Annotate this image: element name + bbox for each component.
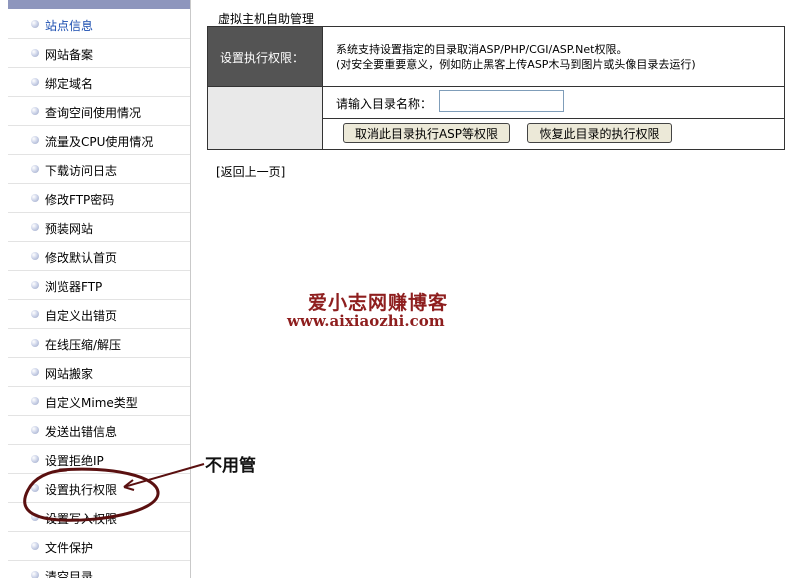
directory-input-label: 请输入目录名称： — [336, 97, 433, 111]
sidebar-item-label: 网站备案 — [45, 48, 94, 62]
sidebar-item[interactable]: 设置执行权限 — [8, 474, 190, 503]
bullet-icon — [31, 49, 39, 57]
sidebar-item[interactable]: 浏览器FTP — [8, 271, 190, 300]
sidebar-item-label: 设置写入权限 — [45, 512, 118, 526]
sidebar: 站点信息网站备案绑定域名查询空间使用情况 流量及CPU使用情况 下载访问日志 修改FT… — [0, 0, 191, 578]
page-title: 虚拟主机自助管理 — [218, 12, 315, 26]
sidebar-item-label: 预装网站 — [45, 222, 94, 236]
sidebar-item-label: 设置执行权限 — [45, 483, 118, 497]
sidebar-item[interactable]: 清空目录 — [8, 561, 190, 578]
sidebar-item[interactable]: 下载访问日志 — [8, 155, 190, 184]
sidebar-item-label: 查询空间使用情况 — [45, 106, 142, 120]
directory-input-row: 请输入目录名称： — [323, 87, 784, 119]
sidebar-item[interactable]: 文件保护 — [8, 532, 190, 561]
sidebar-item-label: 发送出错信息 — [45, 425, 118, 439]
bullet-icon — [31, 397, 39, 405]
sidebar-item-label: 修改默认首页 — [45, 251, 118, 265]
bullet-icon — [31, 252, 39, 260]
sidebar-item[interactable]: 站点信息 — [8, 10, 190, 39]
bullet-icon — [31, 223, 39, 231]
watermark-title: 爱小志网赚博客 — [308, 292, 449, 314]
cancel-exec-permission-button[interactable]: 取消此目录执行ASP等权限 — [343, 123, 510, 143]
sidebar-item-label: 修改FTP密码 — [45, 193, 115, 207]
watermark-url: www.aixiaozhi.com — [287, 312, 445, 330]
sidebar-item-label: 流量及CPU使用情况 — [45, 135, 154, 149]
bullet-icon — [31, 194, 39, 202]
sidebar-item[interactable]: 查询空间使用情况 — [8, 97, 190, 126]
sidebar-item[interactable]: 修改默认首页 — [8, 242, 190, 271]
directory-name-input[interactable] — [439, 90, 564, 112]
sidebar-item-label: 绑定域名 — [45, 77, 94, 91]
bullet-icon — [31, 20, 39, 28]
sidebar-item[interactable]: 预装网站 — [8, 213, 190, 242]
sidebar-item-label: 清空目录 — [45, 570, 94, 578]
sidebar-item-label: 浏览器FTP — [45, 280, 103, 294]
action-button-row: 取消此目录执行ASP等权限 恢复此目录的执行权限 — [323, 119, 784, 149]
panel-empty-cell — [208, 87, 323, 149]
sidebar-item-label: 在线压缩/解压 — [45, 338, 122, 352]
description-line-2: (对安全要重要意义，例如防止黑客上传ASP木马到图片或头像目录去运行) — [336, 58, 696, 71]
sidebar-item[interactable]: 网站备案 — [8, 39, 190, 68]
sidebar-item[interactable]: 绑定域名 — [8, 68, 190, 97]
sidebar-item[interactable]: 流量及CPU使用情况 — [8, 126, 190, 155]
bullet-icon — [31, 78, 39, 86]
sidebar-item[interactable]: 设置拒绝IP — [8, 445, 190, 474]
sidebar-item-label: 站点信息 — [45, 19, 94, 33]
description-line-1: 系统支持设置指定的目录取消ASP/PHP/CGI/ASP.Net权限。 — [336, 43, 628, 56]
bullet-icon — [31, 571, 39, 578]
sidebar-item[interactable]: 自定义Mime类型 — [8, 387, 190, 416]
sidebar-item-label: 文件保护 — [45, 541, 94, 555]
bullet-icon — [31, 339, 39, 347]
sidebar-item[interactable]: 发送出错信息 — [8, 416, 190, 445]
sidebar-item-label: 自定义Mime类型 — [45, 396, 138, 410]
sidebar-item[interactable]: 网站搬家 — [8, 358, 190, 387]
bullet-icon — [31, 310, 39, 318]
sidebar-item[interactable]: 在线压缩/解压 — [8, 329, 190, 358]
bullet-icon — [31, 513, 39, 521]
sidebar-item-label: 设置拒绝IP — [45, 454, 104, 468]
bullet-icon — [31, 484, 39, 492]
bullet-icon — [31, 368, 39, 376]
sidebar-header-bar — [8, 0, 190, 9]
bullet-icon — [31, 281, 39, 289]
restore-exec-permission-button[interactable]: 恢复此目录的执行权限 — [527, 123, 672, 143]
sidebar-item[interactable]: 修改FTP密码 — [8, 184, 190, 213]
sidebar-item[interactable]: 自定义出错页 — [8, 300, 190, 329]
bullet-icon — [31, 136, 39, 144]
bullet-icon — [31, 165, 39, 173]
bullet-icon — [31, 542, 39, 550]
sidebar-item-label: 自定义出错页 — [45, 309, 118, 323]
bullet-icon — [31, 107, 39, 115]
sidebar-item[interactable]: 设置写入权限 — [8, 503, 190, 532]
permission-panel: 设置执行权限： 系统支持设置指定的目录取消ASP/PHP/CGI/ASP.Net… — [207, 26, 785, 150]
back-link[interactable]: [返回上一页] — [216, 163, 285, 180]
panel-label-cell: 设置执行权限： — [208, 27, 323, 87]
bullet-icon — [31, 455, 39, 463]
annotation-text: 不用管 — [205, 456, 256, 476]
bullet-icon — [31, 426, 39, 434]
sidebar-item-label: 网站搬家 — [45, 367, 94, 381]
panel-description: 系统支持设置指定的目录取消ASP/PHP/CGI/ASP.Net权限。 (对安全… — [323, 27, 784, 87]
sidebar-item-label: 下载访问日志 — [45, 164, 118, 178]
panel-label: 设置执行权限： — [220, 51, 305, 65]
